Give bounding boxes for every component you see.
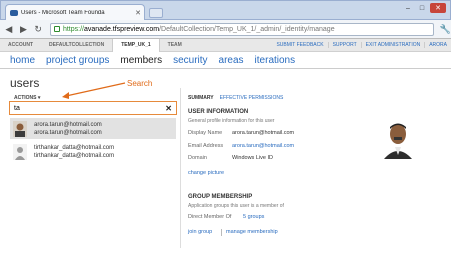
- detail-pivot: SUMMARY EFFECTIVE PERMISSIONS: [188, 95, 283, 101]
- avatar: [13, 120, 27, 137]
- direct-member-label: Direct Member Of: [188, 214, 232, 220]
- display-name-value: arora.tarun@hotmail.com: [232, 130, 295, 136]
- url-path: /DefaultCollection/Temp_UK_1/_admin/_ide…: [159, 25, 335, 33]
- link-divider: [221, 229, 222, 236]
- wrench-icon[interactable]: 🔧: [440, 24, 451, 35]
- crumb-collection[interactable]: DEFAULTCOLLECTION: [41, 39, 112, 52]
- page-title: users: [10, 76, 40, 90]
- support-link[interactable]: SUPPORT: [327, 42, 361, 48]
- lock-icon: [53, 26, 60, 32]
- search-box: ✕: [9, 101, 177, 115]
- tab-members[interactable]: members: [120, 55, 162, 66]
- tab-security[interactable]: security: [173, 55, 207, 66]
- tab-iterations[interactable]: iterations: [255, 55, 296, 66]
- callout-arrow-icon: [62, 82, 126, 99]
- exit-administration-link[interactable]: EXIT ADMINISTRATION: [360, 42, 425, 48]
- avatar-placeholder-icon: [13, 143, 27, 160]
- tab-effective-permissions[interactable]: EFFECTIVE PERMISSIONS: [220, 95, 284, 101]
- url-scheme: https://: [62, 25, 84, 33]
- user-email: arora.tarun@hotmail.com: [34, 129, 102, 136]
- tab-title: Users - Microsoft Team Founda: [21, 10, 105, 16]
- list-item[interactable]: arora.tarun@hotmail.com arora.tarun@hotm…: [10, 118, 176, 139]
- domain-value: Windows Live ID: [232, 155, 273, 161]
- user-photo: [381, 121, 415, 159]
- pane-divider[interactable]: [180, 88, 181, 248]
- user-info-description: General profile information for this use…: [188, 118, 275, 124]
- crumb-account[interactable]: ACCOUNT: [0, 39, 41, 52]
- reload-icon[interactable]: ↻: [32, 23, 44, 35]
- join-group-link[interactable]: join group: [188, 229, 212, 235]
- hub-navigation: home project groups members security are…: [0, 52, 451, 69]
- window-close-icon[interactable]: ✕: [430, 3, 446, 13]
- tab-areas[interactable]: areas: [219, 55, 244, 66]
- url-host: avanade.tfspreview.com: [83, 25, 160, 33]
- back-icon[interactable]: ◀: [3, 23, 15, 35]
- list-item[interactable]: tirthankar_datta@hotmail.com tirthankar_…: [10, 141, 176, 162]
- user-name: arora.tarun@hotmail.com: [34, 121, 102, 128]
- email-label: Email Address: [188, 143, 224, 149]
- submit-feedback-link[interactable]: SUBMIT FEEDBACK: [272, 42, 327, 48]
- display-name-label: Display Name: [188, 130, 223, 136]
- window-controls: – □ ✕: [402, 3, 446, 13]
- url-input[interactable]: https:// avanade.tfspreview.com /Default…: [49, 22, 434, 36]
- search-callout: Search: [127, 79, 153, 88]
- browser-tab-strip: Users - Microsoft Team Founda ✕ – □ ✕: [0, 0, 451, 21]
- user-email: tirthankar_datta@hotmail.com: [34, 152, 115, 159]
- search-input[interactable]: [14, 104, 154, 112]
- new-tab-button[interactable]: [149, 8, 163, 18]
- tab-home[interactable]: home: [10, 55, 35, 66]
- user-menu[interactable]: ARORA: [424, 42, 451, 48]
- group-membership-description: Application groups this user is a member…: [188, 203, 284, 209]
- manage-membership-link[interactable]: manage membership: [226, 229, 278, 235]
- crumb-project[interactable]: TEMP_UK_1: [112, 38, 160, 52]
- user-name: tirthankar_datta@hotmail.com: [34, 144, 115, 151]
- address-bar: ◀ ▶ ↻ https:// avanade.tfspreview.com /D…: [0, 20, 451, 39]
- minimize-icon[interactable]: –: [402, 3, 414, 13]
- tab-project-groups[interactable]: project groups: [46, 55, 109, 66]
- tfs-context-bar: ACCOUNT DEFAULTCOLLECTION TEMP_UK_1 TEAM…: [0, 38, 451, 52]
- direct-member-groups-link[interactable]: 5 groups: [243, 214, 264, 220]
- change-picture-link[interactable]: change picture: [188, 170, 224, 176]
- maximize-icon[interactable]: □: [416, 3, 428, 13]
- tfs-favicon-icon: [10, 10, 18, 16]
- browser-tab[interactable]: Users - Microsoft Team Founda ✕: [5, 4, 145, 21]
- forward-icon[interactable]: ▶: [18, 23, 30, 35]
- email-link[interactable]: arora.tarun@hotmail.com: [232, 143, 294, 149]
- tab-summary[interactable]: SUMMARY: [188, 95, 214, 101]
- group-membership-heading: GROUP MEMBERSHIP: [188, 194, 253, 200]
- crumb-team[interactable]: TEAM: [160, 39, 190, 52]
- tab-close-icon[interactable]: ✕: [135, 9, 141, 17]
- user-info-heading: USER INFORMATION: [188, 109, 249, 115]
- domain-label: Domain: [188, 155, 207, 161]
- clear-search-icon[interactable]: ✕: [165, 104, 172, 113]
